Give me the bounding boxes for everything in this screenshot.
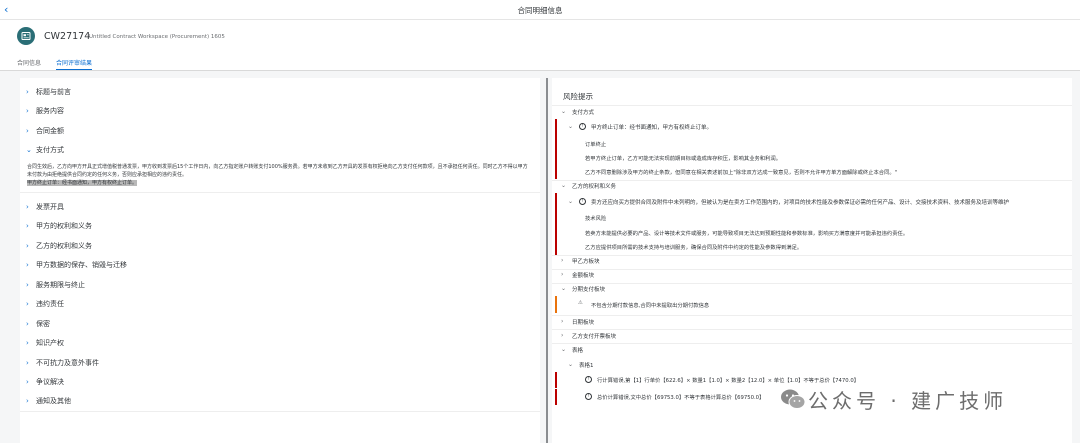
info-icon: ! [585,376,592,383]
object-id: CW27174 [44,31,91,42]
risk-subgroup-table1[interactable]: ⌄ 表格1 [552,359,1072,371]
section-confidentiality[interactable]: › 保密 [26,319,50,331]
chevron-right-icon: › [26,107,29,115]
risk-group-party-b[interactable]: ⌄ 乙方的权利和义务 [552,180,1072,192]
chevron-right-icon: › [26,281,29,289]
highlighted-clause: 甲方终止订单：经书面通知，甲方有权终止订单。 [27,179,138,186]
risk-group-installment[interactable]: ⌄ 分期支付板块 [552,283,1072,295]
chevron-right-icon: › [26,320,29,328]
chevron-right-icon: › [26,222,29,230]
watermark-text: 公众号 · 建广技师 [808,389,1008,413]
chevron-right-icon: › [26,88,29,96]
section-liability[interactable]: › 违约责任 [26,299,64,311]
chevron-right-icon: › [26,300,29,308]
risk-group-parties[interactable]: › 甲乙方板块 [552,255,1072,267]
chevron-right-icon: › [561,318,564,325]
divider [20,192,540,193]
risk-detail-line: 若甲方终止订单，乙方可能无法实现前期目标或造成库存积压，影响其业务和利润。 [585,156,781,162]
risk-group-payment[interactable]: ⌄ 支付方式 [552,106,1072,118]
section-notices[interactable]: › 通知及其他 [26,396,71,408]
risk-label: 订单终止 [585,142,607,148]
risk-label: 技术风险 [585,216,607,222]
chevron-right-icon: › [561,332,564,339]
chevron-right-icon: › [561,271,564,278]
info-icon: ! [579,123,586,130]
top-bar: ‹ 合同明细信息 [0,0,1080,20]
section-dispute[interactable]: › 争议解决 [26,377,64,389]
chevron-right-icon: › [26,339,29,347]
section-force-majeure[interactable]: › 不可抗力及意外事件 [26,358,99,370]
chevron-down-icon: ⌄ [568,361,574,368]
section-party-a-rights[interactable]: › 甲方的权利和义务 [26,221,92,233]
chevron-down-icon: ⌄ [561,285,567,292]
risk-detail-line: 若卖方未能提供必要的产品、设计等技术文件或服务，可能导致项目无法达到预期性能和参… [585,231,909,237]
risk-group-table[interactable]: ⌄ 表格 [552,344,1072,356]
chevron-right-icon: › [26,127,29,135]
contract-document-icon [17,27,35,45]
section-invoice[interactable]: › 发票开具 [26,202,64,214]
object-header: CW27174 Untitled Contract Workspace (Pro… [0,20,1080,71]
risk-item-header[interactable]: ⌄ ! 甲方终止订单：经书面通知，甲方有权终止订单。 [552,121,1072,133]
chevron-down-icon: ⌄ [561,182,567,189]
section-ip[interactable]: › 知识产权 [26,338,64,350]
panel-splitter[interactable] [546,78,548,443]
warning-severity-bar [555,296,557,313]
section-contract-amount[interactable]: › 合同金额 [26,126,64,138]
risk-panel-title: 风险提示 [563,92,593,101]
section-party-b-rights[interactable]: › 乙方的权利和义务 [26,241,92,253]
chevron-down-icon: ⌄ [568,123,574,130]
page-title: 合同明细信息 [517,6,563,15]
chevron-right-icon: › [26,359,29,367]
warning-icon: ⚠ [578,300,583,306]
chevron-down-icon: ⌄ [26,146,32,154]
wechat-icon [781,389,806,409]
section-data-retention[interactable]: › 甲方数据的保存、销毁与迁移 [26,260,127,272]
chevron-right-icon: › [26,203,29,211]
info-icon: ! [579,198,586,205]
tab-contract-info[interactable]: 合同信息 [17,58,41,70]
risk-suggestion-line: 乙方应提供项目所需的技术支持与培训服务，确保合同及附件中约定的性能及参数得到满足… [585,245,803,251]
info-icon: ! [585,393,592,400]
risk-suggestion-line: 乙方不同意删除涉及甲方的终止条款，但同意在相关表述前加上"除非双方达成一致意见，… [585,170,898,176]
table-error-row2: 总价计算错误,文中总价【69753.0】不等于表格计算总价【69750.0】 [597,395,765,401]
chevron-down-icon: ⌄ [568,198,574,205]
risk-group-party-b-invoice[interactable]: › 乙方支付开票板块 [552,330,1072,342]
section-payment-method[interactable]: ⌄ 支付方式 [26,145,64,157]
payment-method-text: 合同生效后，乙方向甲方开具正式增值税普通发票，甲方收到发票后15个工作日内，向乙… [27,164,528,186]
divider [20,411,540,412]
risk-item-header[interactable]: ⌄ ! 卖方还应向买方提供合同及附件中未列明的，但被认为是在卖方工作范围内的，对… [552,196,1072,208]
risk-group-amount[interactable]: › 金额板块 [552,269,1072,281]
object-subtitle: Untitled Contract Workspace (Procurement… [89,34,225,40]
chevron-right-icon: › [26,242,29,250]
chevron-right-icon: › [561,257,564,264]
chevron-down-icon: ⌄ [561,346,567,353]
section-service-content[interactable]: › 服务内容 [26,106,64,118]
section-term-termination[interactable]: › 服务期限与终止 [26,280,85,292]
chevron-right-icon: › [26,261,29,269]
warning-message: 不包含分期付款信息,合同中未提取出分期付款信息 [591,303,710,309]
risk-group-dates[interactable]: › 日期板块 [552,316,1072,328]
risk-severity-bar [555,372,557,388]
section-title-preface[interactable]: › 标题与前言 [26,87,71,99]
chevron-right-icon: › [26,397,29,405]
chevron-right-icon: › [26,378,29,386]
chevron-down-icon: ⌄ [561,108,567,115]
tab-review-results[interactable]: 合同评审结果 [56,58,93,70]
watermark: 公众号 · 建广技师 [780,382,1060,418]
risk-severity-bar [555,389,557,405]
contract-sections-panel: › 标题与前言 › 服务内容 › 合同金额 ⌄ 支付方式 合同生效后，乙方向甲方开具正式… [20,78,540,443]
